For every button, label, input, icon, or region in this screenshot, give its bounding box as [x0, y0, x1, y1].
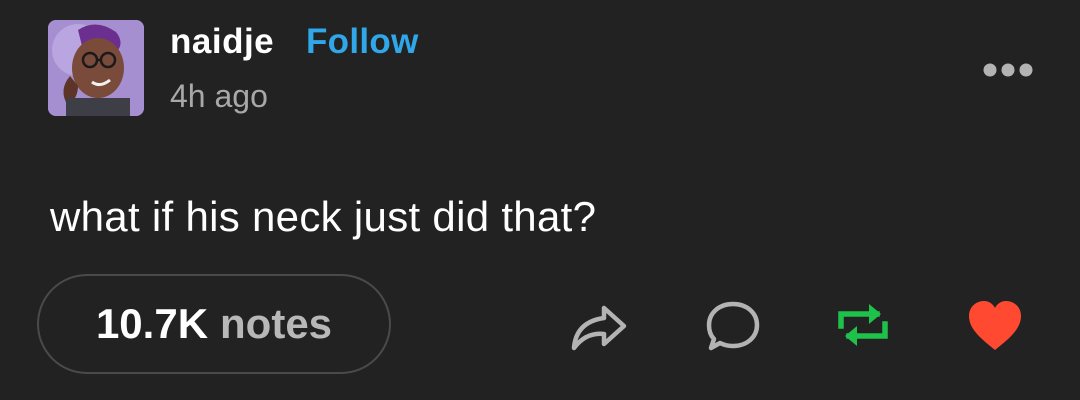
reblog-icon[interactable]	[833, 296, 893, 356]
follow-button[interactable]: Follow	[306, 22, 419, 62]
more-options-icon[interactable]	[980, 58, 1036, 82]
share-icon[interactable]	[568, 296, 628, 356]
post-card: naidje Follow 4h ago what if his neck ju…	[0, 0, 1080, 400]
notes-button[interactable]: 10.7K notes	[37, 274, 391, 374]
notes-label: notes	[220, 300, 333, 347]
notes-count: 10.7K	[95, 300, 209, 347]
post-body: what if his neck just did that?	[50, 193, 597, 240]
post-author[interactable]: naidje	[170, 22, 274, 62]
reply-icon[interactable]	[703, 296, 763, 356]
avatar[interactable]	[48, 20, 144, 116]
post-timestamp: 4h ago	[170, 78, 268, 114]
heart-icon[interactable]	[965, 296, 1025, 356]
